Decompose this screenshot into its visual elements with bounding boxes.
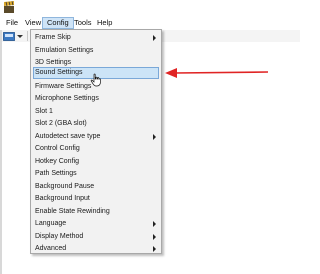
menu-tools[interactable]: Tools xyxy=(70,17,96,29)
menu-item-path-settings[interactable]: Path Settings xyxy=(33,168,159,180)
toolbar-separator xyxy=(27,31,28,41)
menu-item-enable-state-rewinding[interactable]: Enable State Rewinding xyxy=(33,206,159,218)
submenu-arrow-icon xyxy=(153,221,156,227)
menu-item-label: Background Pause xyxy=(35,182,95,190)
menu-item-emulation-settings[interactable]: Emulation Settings xyxy=(33,45,159,57)
menu-item-autodetect-save-type[interactable]: Autodetect save type xyxy=(33,131,159,143)
menu-item-microphone-settings[interactable]: Microphone Settings xyxy=(33,93,159,105)
submenu-arrow-icon xyxy=(153,246,156,252)
submenu-arrow-icon xyxy=(153,233,156,240)
menu-bar: File View Config Tools Help xyxy=(0,16,300,30)
menu-item-label: Sound Settings xyxy=(35,69,83,76)
open-rom-icon[interactable] xyxy=(3,31,15,41)
menu-item-display-method[interactable]: Display Method xyxy=(33,231,159,243)
menu-item-language[interactable]: Language xyxy=(33,218,159,230)
menu-item-label: Advanced xyxy=(35,245,67,252)
menu-item-label: Slot 1 xyxy=(35,107,53,115)
mouse-pointer-icon xyxy=(90,73,101,87)
menu-item-label: Hotkey Config xyxy=(35,157,79,165)
menu-config[interactable]: Config xyxy=(42,17,74,29)
menu-item-label: Background Input xyxy=(35,195,90,202)
menu-item-label: Control Config xyxy=(35,145,80,152)
menu-item-label: Path Settings xyxy=(35,170,77,177)
menu-item-label: Enable State Rewinding xyxy=(35,207,110,215)
menu-item-control-config[interactable]: Control Config xyxy=(33,143,159,155)
submenu-arrow-icon xyxy=(153,133,156,140)
window-left-border xyxy=(0,30,2,274)
menu-item-label: Microphone Settings xyxy=(35,95,99,102)
dropdown-arrow-icon[interactable] xyxy=(16,31,24,41)
menu-item-label: Emulation Settings xyxy=(35,46,94,54)
menu-help[interactable]: Help xyxy=(93,17,116,29)
menu-item-label: Language xyxy=(35,220,67,227)
menu-item-slot-2[interactable]: Slot 2 (GBA slot) xyxy=(33,118,159,130)
red-arrow-annotation xyxy=(165,68,269,78)
menu-file[interactable]: File xyxy=(2,17,22,29)
menu-item-frame-skip[interactable]: Frame Skip xyxy=(33,32,159,44)
menu-item-label: Firmware Settings xyxy=(35,82,92,90)
menu-item-slot-1[interactable]: Slot 1 xyxy=(33,106,159,118)
menu-item-background-input[interactable]: Background Input xyxy=(33,193,159,205)
menu-item-hotkey-config[interactable]: Hotkey Config xyxy=(33,156,159,168)
clapperboard-icon xyxy=(4,1,14,13)
menu-item-label: Slot 2 (GBA slot) xyxy=(35,120,87,127)
menu-item-advanced[interactable]: Advanced xyxy=(33,243,159,255)
config-menu-dropdown: Frame Skip Emulation Settings 3D Setting… xyxy=(30,29,162,254)
menu-item-label: Display Method xyxy=(35,232,84,240)
submenu-arrow-icon xyxy=(153,35,156,41)
menu-item-label: Frame Skip xyxy=(35,34,71,41)
menu-item-background-pause[interactable]: Background Pause xyxy=(33,181,159,193)
menu-item-label: Autodetect save type xyxy=(35,132,101,140)
title-bar xyxy=(0,0,300,16)
